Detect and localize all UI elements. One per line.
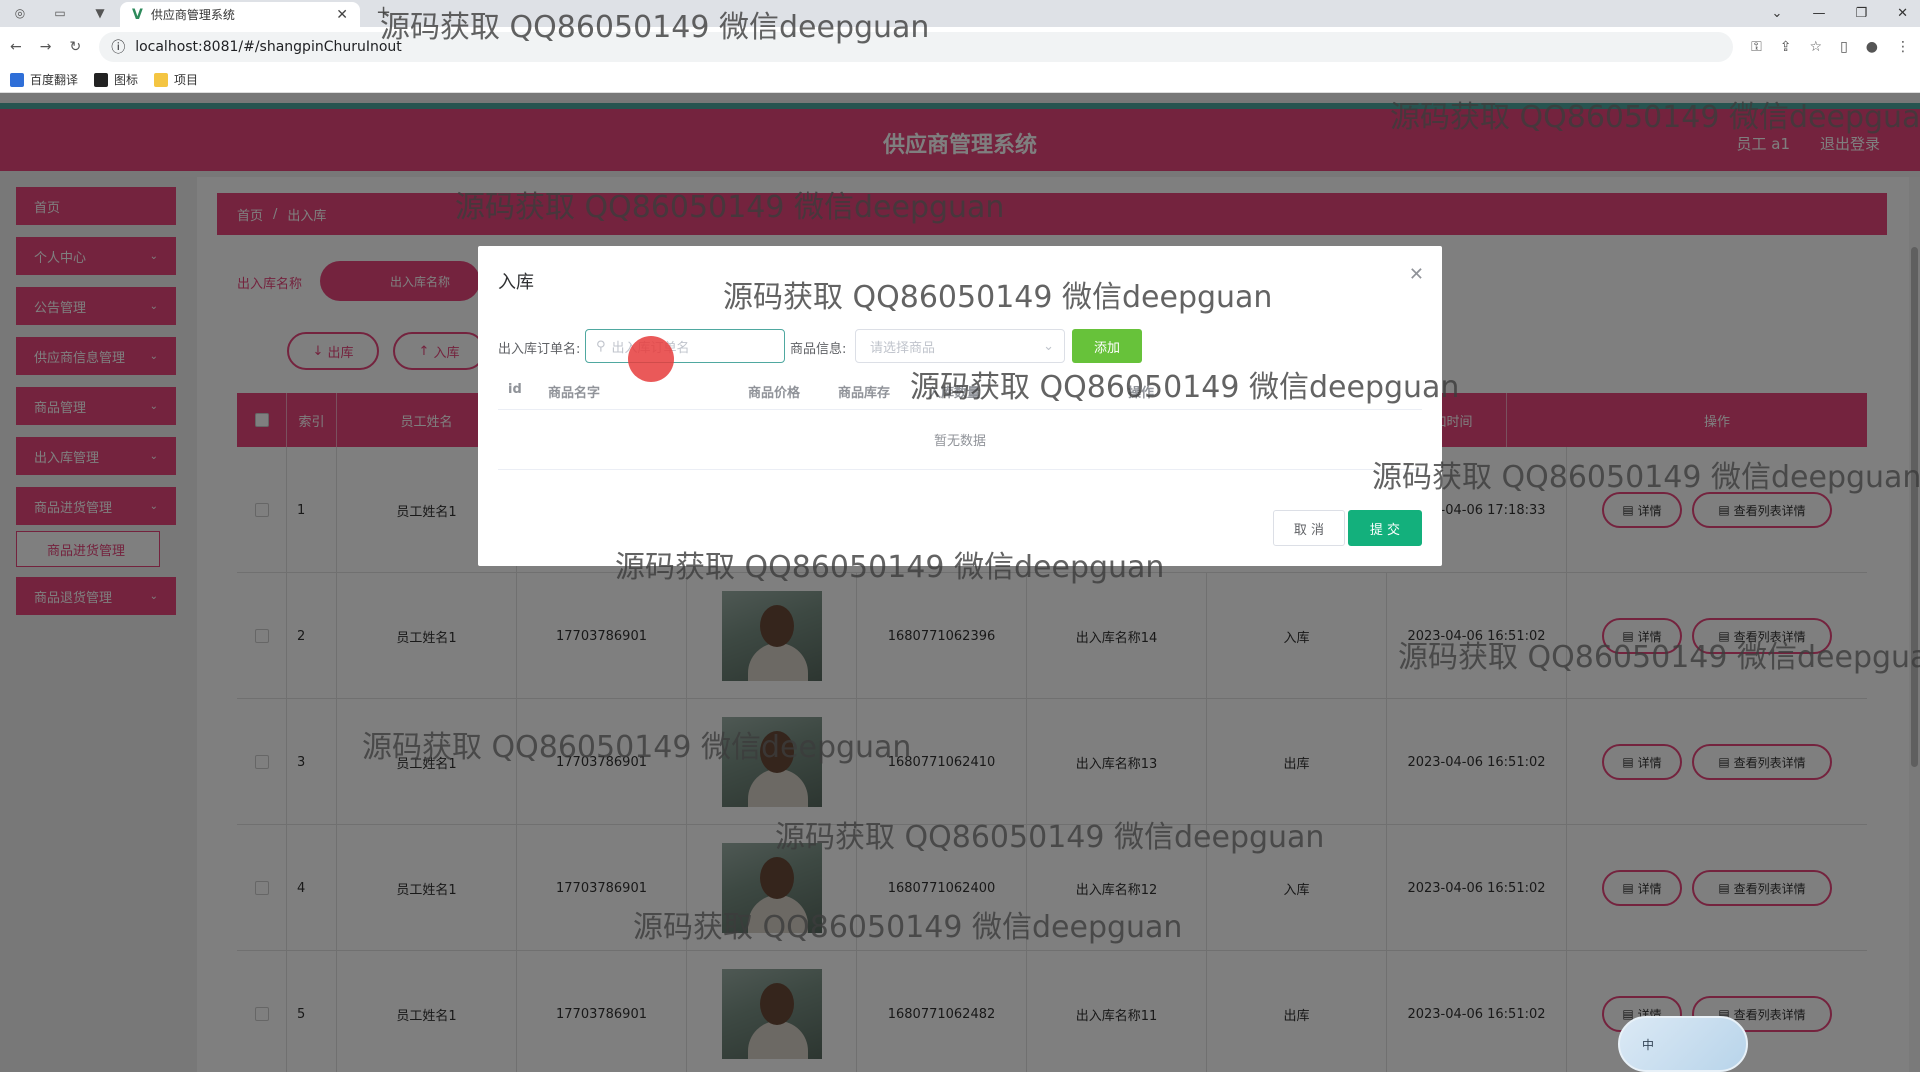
- watermark: 源码获取 QQ86050149 微信deepguan: [1398, 640, 1920, 675]
- reload-icon[interactable]: ↻: [69, 39, 81, 55]
- vue-tab-icon[interactable]: ▼: [92, 5, 108, 21]
- key-icon[interactable]: ⚿: [1751, 39, 1762, 55]
- window-controls: ⌄ — ❐ ✕: [1772, 0, 1908, 27]
- watermark: 源码获取 QQ86050149 微信deepguan: [1390, 100, 1920, 135]
- browser-tab-bar: ◎ ▭ ▼ V 供应商管理系统 ✕ + ⌄ — ❐ ✕: [0, 0, 1920, 27]
- tab-title: 供应商管理系统: [150, 8, 235, 22]
- vue-logo-icon: V: [132, 6, 143, 23]
- chevron-down-icon[interactable]: ⌄: [1772, 6, 1783, 21]
- goods-select-placeholder: 请选择商品: [870, 340, 936, 356]
- chevron-down-icon: ⌄: [1043, 338, 1054, 354]
- watermark: 源码获取 QQ86050149 微信deepguan: [1372, 460, 1920, 495]
- col-goods-stock: 商品库存: [838, 386, 891, 401]
- menu-icon[interactable]: ⋮: [1896, 39, 1910, 55]
- empty-state: 暂无数据: [498, 410, 1422, 470]
- order-name-input[interactable]: ⚲ 出入库订单名: [585, 329, 785, 363]
- watermark: 源码获取 QQ86050149 微信deepguan: [910, 370, 1460, 405]
- watermark: 源码获取 QQ86050149 微信deepguan: [615, 550, 1165, 585]
- translate-icon: [10, 72, 24, 87]
- close-window-icon[interactable]: ✕: [1897, 6, 1908, 21]
- profile-icon[interactable]: ●: [1866, 39, 1878, 55]
- folder-icon: [154, 72, 169, 87]
- submit-button[interactable]: 提 交: [1348, 510, 1422, 546]
- info-icon[interactable]: ⓘ: [111, 37, 125, 57]
- address-bar: ← → ↻ ⓘ localhost:8081/#/shangpinChuruIn…: [0, 27, 1920, 67]
- icons-bookmark-icon: [94, 72, 109, 87]
- col-goods-price: 商品价格: [748, 386, 801, 401]
- tab-icon[interactable]: ▭: [52, 5, 68, 21]
- bookmark-icons[interactable]: 图标: [94, 71, 138, 88]
- back-icon[interactable]: ←: [10, 39, 22, 55]
- goods-info-label: 商品信息:: [790, 342, 847, 357]
- watermark: 源码获取 QQ86050149 微信deepguan: [455, 190, 1005, 225]
- minimize-icon[interactable]: —: [1812, 6, 1825, 21]
- forward-icon[interactable]: →: [40, 39, 52, 55]
- order-name-label: 出入库订单名:: [498, 342, 581, 357]
- search-icon: ⚲: [596, 338, 606, 354]
- goods-select[interactable]: 请选择商品 ⌄: [855, 329, 1065, 363]
- bookmark-project[interactable]: 项目: [154, 71, 198, 88]
- watermark: 源码获取 QQ86050149 微信deepguan: [723, 280, 1273, 315]
- close-icon[interactable]: ✕: [1409, 264, 1424, 285]
- share-icon[interactable]: ⇪: [1780, 39, 1792, 55]
- watermark: 源码获取 QQ86050149 微信deepguan: [633, 910, 1183, 945]
- close-tab-icon[interactable]: ✕: [336, 7, 348, 23]
- cancel-button[interactable]: 取 消: [1273, 510, 1345, 546]
- watermark: 源码获取 QQ86050149 微信deepguan: [380, 10, 930, 45]
- click-indicator: [628, 336, 674, 382]
- dialog-title: 入库: [498, 272, 534, 293]
- ime-widget[interactable]: 中: [1618, 1016, 1748, 1072]
- sidepanel-icon[interactable]: ▯: [1840, 39, 1848, 55]
- watermark: 源码获取 QQ86050149 微信deepguan: [362, 730, 912, 765]
- bookmarks-bar: 百度翻译 图标 项目: [0, 67, 1920, 93]
- col-goods-name: 商品名字: [548, 386, 601, 401]
- active-tab[interactable]: V 供应商管理系统 ✕: [120, 2, 360, 27]
- col-id: id: [508, 382, 522, 397]
- url-text: localhost:8081/#/shangpinChuruInout: [135, 39, 402, 55]
- add-button[interactable]: 添加: [1072, 329, 1142, 363]
- watermark: 源码获取 QQ86050149 微信deepguan: [775, 820, 1325, 855]
- bookmark-translate[interactable]: 百度翻译: [10, 71, 78, 88]
- star-icon[interactable]: ☆: [1810, 39, 1823, 55]
- globe-icon[interactable]: ◎: [12, 5, 28, 21]
- restore-icon[interactable]: ❐: [1855, 6, 1867, 21]
